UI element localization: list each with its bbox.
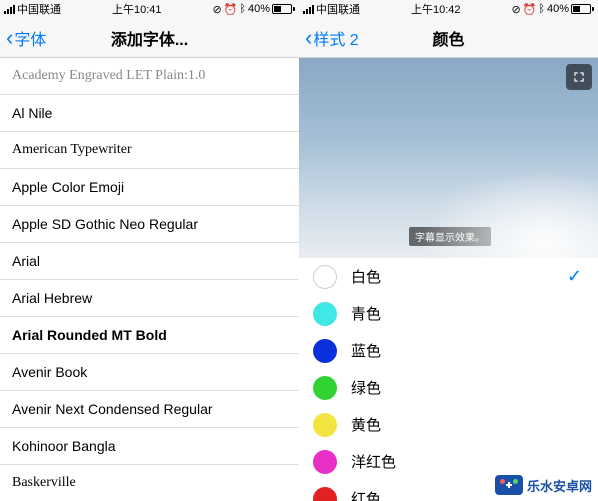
font-row[interactable]: Academy Engraved LET Plain:1.0 — [0, 58, 299, 95]
color-label: 黄色 — [351, 414, 381, 435]
font-row[interactable]: Arial — [0, 243, 299, 280]
color-swatch — [313, 376, 337, 400]
color-swatch — [313, 265, 337, 289]
font-name-label: Kohinoor Bangla — [12, 438, 116, 454]
color-swatch — [313, 339, 337, 363]
color-swatch — [313, 450, 337, 474]
color-list[interactable]: 白色 ✓ 青色蓝色绿色黄色洋红色红色 — [299, 258, 598, 501]
checkmark-icon: ✓ — [567, 266, 582, 287]
font-row[interactable]: Avenir Next Condensed Regular — [0, 391, 299, 428]
color-label: 绿色 — [351, 377, 381, 398]
watermark-icon — [495, 475, 523, 495]
font-name-label: Avenir Next Condensed Regular — [12, 401, 213, 417]
font-name-label: Avenir Book — [12, 364, 87, 380]
back-label: 字体 — [14, 26, 46, 50]
carrier-label: 中国联通 — [316, 1, 360, 17]
signal-icon — [4, 5, 15, 14]
font-row[interactable]: Apple Color Emoji — [0, 169, 299, 206]
font-row[interactable]: Arial Hebrew — [0, 280, 299, 317]
battery-text: 40% — [248, 3, 270, 15]
color-label: 青色 — [351, 303, 381, 324]
color-row[interactable]: 蓝色 — [299, 332, 598, 369]
font-name-label: Arial Hebrew — [12, 290, 92, 306]
font-name-label: Baskerville — [12, 475, 76, 491]
font-row[interactable]: Avenir Book — [0, 354, 299, 391]
battery-icon — [571, 4, 594, 14]
color-row[interactable]: 白色 ✓ — [299, 258, 598, 295]
chevron-left-icon: ‹ — [6, 27, 13, 49]
font-name-label: Apple Color Emoji — [12, 179, 124, 195]
status-bar: 中国联通 上午10:42 ⊘ ⏰ ᛒ 40% — [299, 0, 598, 18]
signal-icon — [303, 5, 314, 14]
color-label: 蓝色 — [351, 340, 381, 361]
font-row[interactable]: Kohinoor Bangla — [0, 428, 299, 465]
expand-button[interactable] — [566, 64, 592, 90]
font-name-label: Al Nile — [12, 105, 52, 121]
nav-bar: ‹ 样式 2 颜色 — [299, 18, 598, 58]
font-name-label: Arial Rounded MT Bold — [12, 327, 167, 343]
font-name-label: Arial — [12, 253, 40, 269]
color-label: 红色 — [351, 488, 381, 501]
page-title: 颜色 — [432, 26, 464, 50]
font-row[interactable]: Al Nile — [0, 95, 299, 132]
subtitle-preview: 字幕显示效果。 — [299, 58, 598, 258]
back-button[interactable]: ‹ 字体 — [0, 26, 46, 50]
font-row[interactable]: Apple SD Gothic Neo Regular — [0, 206, 299, 243]
font-row[interactable]: Baskerville — [0, 465, 299, 501]
battery-icon — [272, 4, 295, 14]
watermark: 乐水安卓网 — [495, 475, 592, 495]
color-label: 白色 — [351, 266, 381, 287]
color-swatch — [313, 487, 337, 501]
watermark-text: 乐水安卓网 — [527, 476, 592, 495]
screen-font-picker: 中国联通 上午10:41 ⊘ ⏰ ᛒ 40% ‹ 字体 添加字体... Acad… — [0, 0, 299, 501]
color-row[interactable]: 青色 — [299, 295, 598, 332]
status-bar: 中国联通 上午10:41 ⊘ ⏰ ᛒ 40% — [0, 0, 299, 18]
page-title: 添加字体... — [111, 26, 188, 50]
subtitle-sample-text: 字幕显示效果。 — [409, 227, 491, 246]
color-row[interactable]: 黄色 — [299, 406, 598, 443]
rotation-lock-icon: ⊘ — [511, 3, 520, 16]
bluetooth-icon: ᛒ — [538, 3, 545, 15]
bluetooth-icon: ᛒ — [239, 3, 246, 15]
battery-text: 40% — [547, 3, 569, 15]
nav-bar: ‹ 字体 添加字体... — [0, 18, 299, 58]
alarm-icon: ⏰ — [224, 3, 238, 16]
font-row[interactable]: American Typewriter — [0, 132, 299, 169]
expand-icon — [572, 70, 586, 84]
color-swatch — [313, 302, 337, 326]
alarm-icon: ⏰ — [523, 3, 537, 16]
status-time: 上午10:41 — [112, 1, 162, 17]
chevron-left-icon: ‹ — [305, 27, 312, 49]
font-name-label: Apple SD Gothic Neo Regular — [12, 216, 198, 232]
color-swatch — [313, 413, 337, 437]
color-label: 洋红色 — [351, 451, 396, 472]
font-name-label: American Typewriter — [12, 142, 132, 158]
back-button[interactable]: ‹ 样式 2 — [299, 26, 359, 50]
font-list[interactable]: Academy Engraved LET Plain:1.0 Al Nile Ame… — [0, 58, 299, 501]
font-name-label: Academy Engraved LET Plain:1.0 — [12, 68, 205, 84]
color-row[interactable]: 绿色 — [299, 369, 598, 406]
rotation-lock-icon: ⊘ — [212, 3, 221, 16]
font-row[interactable]: Arial Rounded MT Bold — [0, 317, 299, 354]
back-label: 样式 2 — [313, 26, 358, 50]
screen-color-picker: 中国联通 上午10:42 ⊘ ⏰ ᛒ 40% ‹ 样式 2 颜色 字幕显示效果。 — [299, 0, 598, 501]
status-time: 上午10:42 — [411, 1, 461, 17]
carrier-label: 中国联通 — [17, 1, 61, 17]
